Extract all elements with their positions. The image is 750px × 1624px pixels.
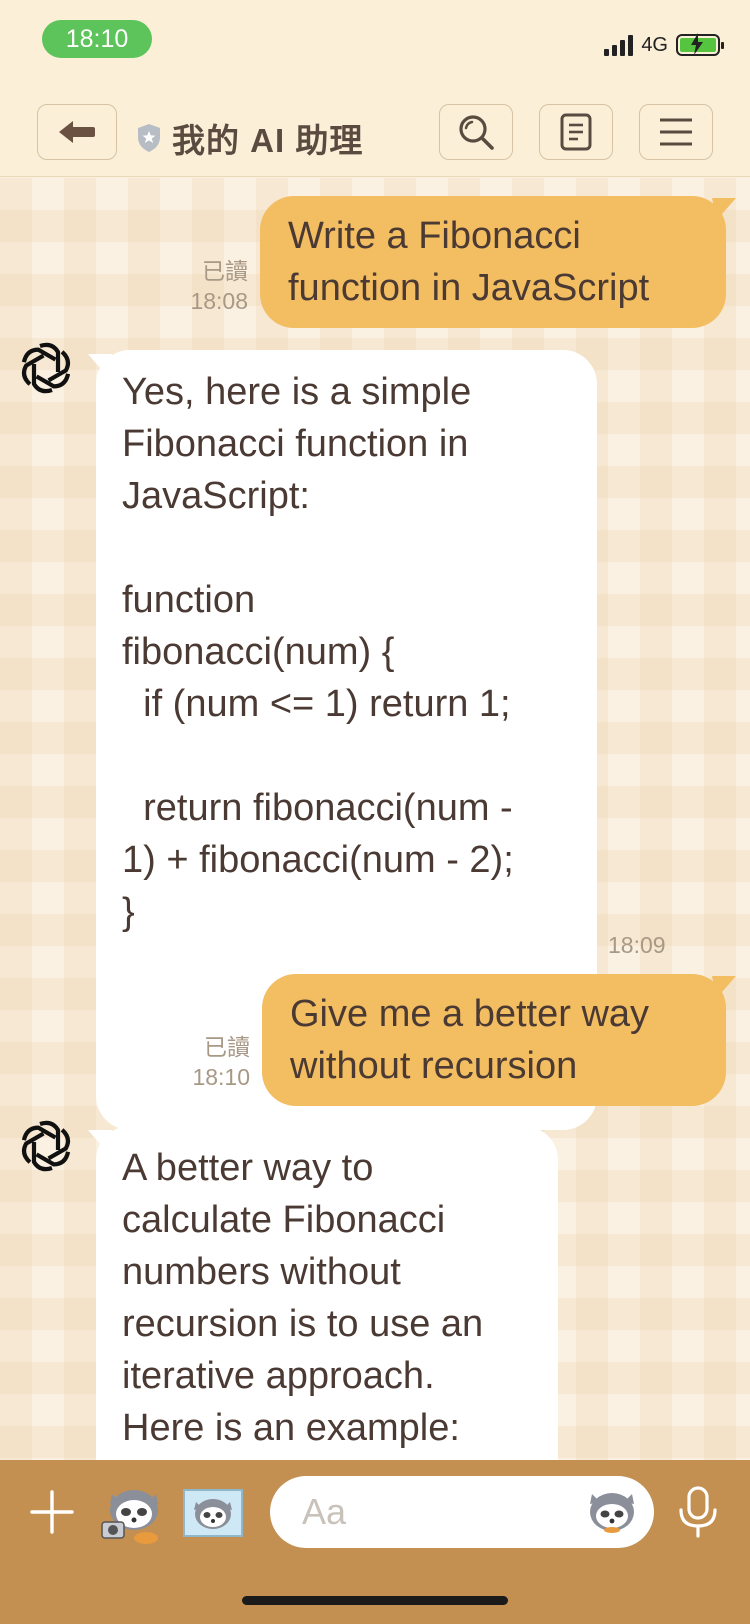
message-time: 18:09	[608, 932, 666, 958]
back-button[interactable]	[37, 104, 117, 160]
raccoon-camera-sticker-icon[interactable]	[98, 1480, 164, 1546]
chat-messages[interactable]: 已讀 18:08 Write a Fibonacci function in J…	[0, 178, 750, 1460]
search-button[interactable]	[439, 104, 513, 160]
raccoon-photo-sticker-icon[interactable]	[180, 1480, 246, 1546]
back-arrow-icon	[59, 121, 95, 143]
network-type: 4G	[641, 33, 668, 56]
hamburger-menu-icon	[660, 118, 692, 146]
chat-header: 我的 AI 助理	[0, 90, 750, 177]
notes-button[interactable]	[539, 104, 613, 160]
assistant-message-bubble[interactable]: A better way to calculate Fibonacci numb…	[96, 1126, 558, 1460]
status-bar: 18:10 4G	[0, 0, 750, 90]
assistant-avatar-icon	[21, 342, 71, 394]
signal-icon	[604, 34, 634, 56]
user-message-bubble[interactable]: Write a Fibonacci function in JavaScript	[260, 196, 726, 328]
chat-title: 我的 AI 助理	[172, 122, 364, 159]
message-meta: 已讀 18:10	[150, 1032, 250, 1092]
menu-button[interactable]	[639, 104, 713, 160]
shield-star-icon	[138, 124, 160, 152]
plus-icon[interactable]	[30, 1490, 74, 1534]
message-meta: 已讀 18:08	[150, 256, 248, 316]
status-indicators: 4G	[604, 30, 724, 60]
assistant-avatar-icon	[21, 1120, 71, 1172]
home-indicator[interactable]	[242, 1596, 508, 1605]
search-icon	[459, 115, 494, 150]
message-time: 18:08	[190, 288, 248, 314]
read-receipt: 已讀	[204, 1034, 250, 1060]
read-receipt: 已讀	[202, 258, 248, 284]
notes-icon	[560, 113, 592, 151]
user-message-bubble[interactable]: Give me a better way without recursion	[262, 974, 726, 1106]
status-time: 18:10	[42, 20, 152, 58]
raccoon-sticker-icon[interactable]	[584, 1484, 640, 1540]
battery-icon	[676, 33, 724, 56]
chat-title-group: 我的 AI 助理	[136, 114, 363, 162]
microphone-icon[interactable]	[676, 1486, 720, 1540]
message-time: 18:10	[192, 1064, 250, 1090]
message-input-bar	[0, 1460, 750, 1624]
